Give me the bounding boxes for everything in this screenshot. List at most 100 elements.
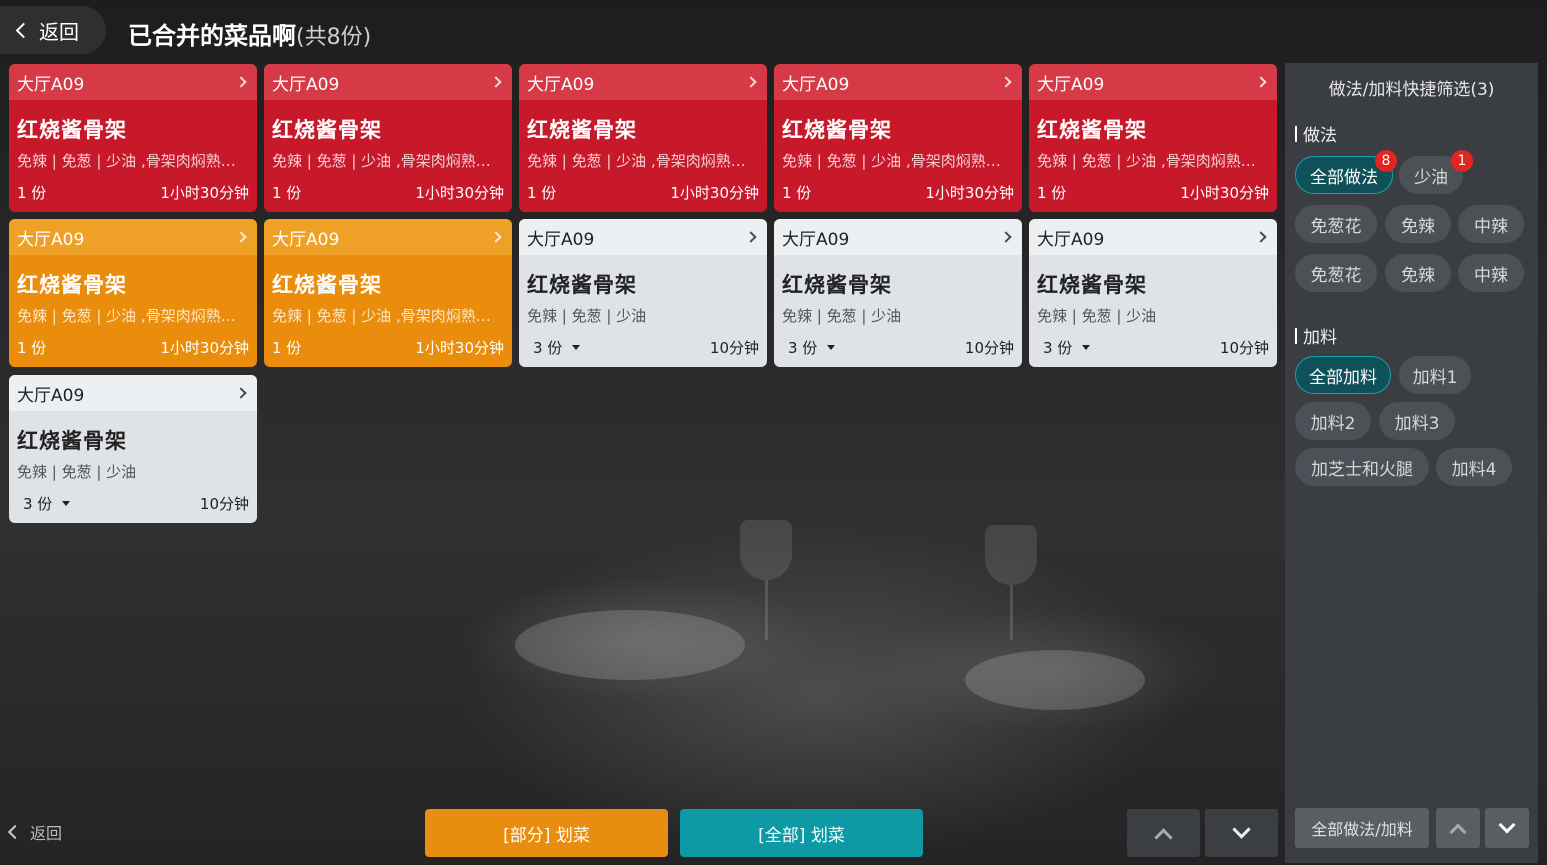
order-card[interactable]: 大厅A09 红烧酱骨架免辣 | 免葱 | 少油 3 份 10分钟	[774, 219, 1022, 367]
dish-name: 红烧酱骨架	[1037, 273, 1147, 297]
order-card[interactable]: 大厅A09 红烧酱骨架 免辣 | 免葱 | 少油 3 份 10分钟	[1029, 219, 1277, 367]
title-text: 已合并的菜品啊	[128, 22, 296, 50]
chevron-right-icon	[1000, 76, 1012, 88]
dish-notes: 免辣 | 免葱 | 少油 ,骨架肉焖熟一...	[527, 152, 761, 170]
elapsed-time: 1小时30分钟	[415, 184, 504, 202]
card-header[interactable]: 大厅A09	[9, 64, 257, 100]
chip-topping[interactable]: 加料3	[1379, 402, 1455, 440]
chip-method[interactable]: 免辣	[1385, 254, 1451, 292]
all-serve-button[interactable]: [全部] 划菜	[680, 809, 923, 857]
dish-name: 红烧酱骨架	[272, 118, 382, 142]
back-label: 返回	[39, 19, 79, 44]
quantity[interactable]: 3 份	[782, 337, 836, 358]
dish-name: 红烧酱骨架	[17, 118, 127, 142]
table-label: 大厅A09	[272, 229, 340, 250]
table-label: 大厅A09	[527, 229, 595, 250]
elapsed-time: 1小时30分钟	[670, 184, 759, 202]
quantity[interactable]: 3 份	[1037, 337, 1091, 358]
chip-method[interactable]: 中辣	[1458, 205, 1524, 243]
order-card[interactable]: 大厅A09 红烧酱骨架 免辣 | 免葱 | 少油 ,骨架肉焖熟一... 1 份 1小时3…	[774, 64, 1022, 212]
chevron-right-icon	[745, 76, 757, 88]
table-label: 大厅A09	[1037, 229, 1105, 250]
dropdown-triangle-icon[interactable]	[62, 501, 71, 506]
chevron-right-icon	[490, 231, 502, 243]
order-card[interactable]: 大厅A09 红烧酱骨架 免辣 | 免葱 | 少油 3 份 10分钟	[9, 375, 257, 523]
partial-serve-button[interactable]: [部分] 划菜	[425, 809, 668, 857]
card-header[interactable]: 大厅A09	[264, 64, 512, 100]
page-up-button[interactable]	[1127, 809, 1200, 857]
order-card[interactable]: 大厅A09 红烧酱骨架 免辣 | 免葱 | 少油 ,骨架肉焖熟一... 1 份 1小时3…	[1029, 64, 1277, 212]
dish-name: 红烧酱骨架	[1037, 118, 1147, 142]
chevron-right-icon	[745, 231, 757, 243]
card-footer: 3 份 10分钟	[782, 337, 1014, 358]
card-header[interactable]: 大厅A09	[9, 219, 257, 255]
chip-topping[interactable]: 加料2	[1295, 402, 1371, 440]
chevron-right-icon	[235, 76, 247, 88]
dish-name: 红烧酱骨架	[782, 118, 892, 142]
quantity[interactable]: 3 份	[17, 493, 71, 514]
chip-topping[interactable]: 加料1	[1399, 356, 1471, 394]
dish-name: 红烧酱骨架	[17, 429, 127, 453]
quantity: 1 份	[17, 337, 46, 358]
order-card[interactable]: 大厅A09 红烧酱骨架 免辣 | 免葱 | 少油 ,骨架肉焖熟一... 1 份 1小时3…	[9, 219, 257, 367]
toppings-section-label: 加料	[1295, 323, 1337, 348]
card-header[interactable]: 大厅A09	[519, 64, 767, 100]
dish-notes: 免辣 | 免葱 | 少油 ,骨架肉焖熟一...	[272, 152, 506, 170]
chevron-left-icon	[7, 824, 23, 840]
quantity-label: 1 份	[1037, 184, 1067, 202]
dish-notes: 免辣 | 免葱 | 少油	[782, 307, 902, 325]
order-card[interactable]: 大厅A09 红烧酱骨架 免辣 | 免葱 | 少油 ,骨架肉焖熟一... 1 份 1小时3…	[9, 64, 257, 212]
card-header[interactable]: 大厅A09	[774, 64, 1022, 100]
back-button[interactable]: 返回	[0, 6, 106, 54]
dish-name: 红烧酱骨架	[782, 273, 892, 297]
card-header[interactable]: 大厅A09	[519, 219, 767, 255]
quantity-label: 3 份	[788, 339, 818, 357]
table-label: 大厅A09	[782, 74, 850, 95]
elapsed-time: 1小时30分钟	[160, 184, 249, 202]
bottom-back-button[interactable]: 返回	[7, 820, 62, 844]
chevron-right-icon	[235, 387, 247, 399]
dish-notes: 免辣 | 免葱 | 少油 ,骨架肉焖熟一...	[17, 307, 251, 325]
order-card[interactable]: 大厅A09 红烧酱骨架 免辣 | 免葱 | 少油 ,骨架肉焖熟一... 1 份 1小时3…	[519, 64, 767, 212]
page-title: 已合并的菜品啊(共8份)	[128, 16, 371, 51]
card-header[interactable]: 大厅A09	[9, 375, 257, 411]
chip-topping[interactable]: 加料4	[1436, 448, 1512, 486]
dish-notes: 免辣 | 免葱 | 少油	[1037, 307, 1157, 325]
dish-notes: 免辣 | 免葱 | 少油	[527, 307, 647, 325]
dropdown-triangle-icon[interactable]	[572, 345, 581, 350]
order-card[interactable]: 大厅A09 红烧酱骨架免辣 | 免葱 | 少油 ,骨架肉焖熟一... 1 份 1小时3…	[264, 64, 512, 212]
chevron-right-icon	[1255, 76, 1267, 88]
quantity[interactable]: 3 份	[527, 337, 581, 358]
chip-method[interactable]: 中辣	[1458, 254, 1524, 292]
card-footer: 1 份 1小时30分钟	[272, 182, 504, 203]
card-header[interactable]: 大厅A09	[1029, 219, 1277, 255]
order-card[interactable]: 大厅A09 红烧酱骨架 免辣 | 免葱 | 少油 3 份 10分钟	[519, 219, 767, 367]
quantity-label: 3 份	[533, 339, 563, 357]
chip-method[interactable]: 免辣	[1385, 205, 1451, 243]
dropdown-triangle-icon[interactable]	[827, 345, 836, 350]
chip-method[interactable]: 免葱花	[1295, 205, 1377, 243]
quantity: 1 份	[527, 182, 556, 203]
elapsed-time: 10分钟	[964, 339, 1014, 357]
elapsed-time: 1小时30分钟	[415, 339, 504, 357]
card-header[interactable]: 大厅A09	[1029, 64, 1277, 100]
page-down-button[interactable]	[1205, 809, 1278, 857]
chevron-down-icon	[1232, 819, 1251, 839]
card-footer: 3 份 10分钟	[17, 493, 249, 514]
card-header[interactable]: 大厅A09	[774, 219, 1022, 255]
table-label: 大厅A09	[527, 74, 595, 95]
quantity: 1 份	[272, 182, 301, 203]
chip-topping[interactable]: 加芝士和火腿	[1295, 448, 1429, 486]
dropdown-triangle-icon[interactable]	[1082, 345, 1091, 350]
filter-panel: 做法/加料快捷筛选(3) 做法 全部做法 8 少油 1 免葱花 免辣 中辣 免葱…	[1285, 63, 1538, 863]
panel-scroll-up-button[interactable]	[1436, 808, 1480, 848]
card-header[interactable]: 大厅A09	[264, 219, 512, 255]
chip-method[interactable]: 免葱花	[1295, 254, 1377, 292]
chevron-left-icon	[15, 22, 32, 38]
order-card[interactable]: 大厅A09 红烧酱骨架 免辣 | 免葱 | 少油 ,骨架肉焖熟一... 1 份 1小时3…	[264, 219, 512, 367]
panel-scroll-down-button[interactable]	[1485, 808, 1529, 848]
dish-notes: 免辣 | 免葱 | 少油 ,骨架肉焖熟一...	[272, 307, 506, 325]
all-methods-toppings-button[interactable]: 全部做法/加料	[1295, 808, 1429, 848]
chip-all-toppings[interactable]: 全部加料	[1295, 356, 1391, 394]
quantity: 1 份	[272, 337, 301, 358]
